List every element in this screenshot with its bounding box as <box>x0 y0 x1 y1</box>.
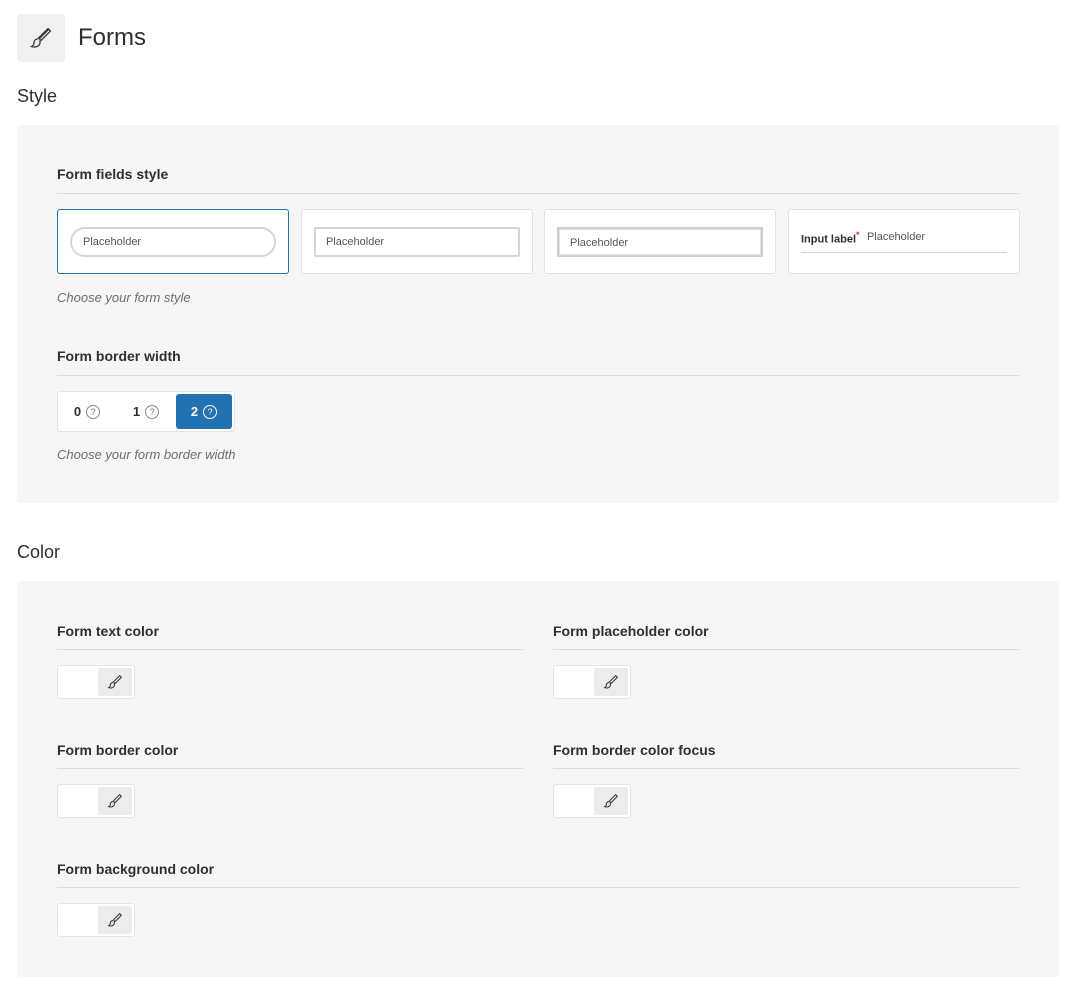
input-label-preview: Input label* <box>801 230 860 246</box>
help-icon[interactable]: ? <box>86 404 101 419</box>
color-picker-button[interactable] <box>98 906 132 934</box>
brush-icon <box>107 674 123 689</box>
border-width-option-0[interactable]: 0 ? <box>60 394 114 429</box>
border-width-option-2[interactable]: 2 ? <box>176 394 232 429</box>
form-placeholder-color-label: Form placeholder color <box>553 623 709 639</box>
form-placeholder-color-swatch[interactable] <box>553 665 631 699</box>
divider <box>57 768 523 769</box>
help-icon[interactable]: ? <box>145 404 160 419</box>
border-width-segmented-control: 0 ? 1 ? 2 ? <box>57 391 235 432</box>
divider <box>57 193 1019 194</box>
form-border-width-label: Form border width <box>57 348 181 364</box>
style-panel: Form fields style Placeholder Placeholde… <box>17 125 1059 503</box>
form-border-color-swatch[interactable] <box>57 784 135 818</box>
divider <box>57 375 1019 376</box>
color-picker-button[interactable] <box>594 787 628 815</box>
color-panel: Form text color Form placeholder color F… <box>17 581 1059 977</box>
brush-icon <box>603 674 619 689</box>
square-input-preview: Placeholder <box>314 227 520 257</box>
help-icon[interactable]: ? <box>203 404 218 419</box>
form-text-color-swatch[interactable] <box>57 665 135 699</box>
form-background-color-label: Form background color <box>57 861 215 877</box>
form-style-help: Choose your form style <box>57 290 191 305</box>
form-background-color-swatch[interactable] <box>57 903 135 937</box>
placeholder-text: Placeholder <box>83 236 142 248</box>
divider <box>57 649 523 650</box>
style-option-square[interactable]: Placeholder <box>301 209 533 274</box>
thick-input-preview: Placeholder <box>557 227 763 257</box>
color-picker-button[interactable] <box>594 668 628 696</box>
divider <box>57 887 1019 888</box>
form-border-color-focus-label: Form border color focus <box>553 742 716 758</box>
placeholder-text: Placeholder <box>867 231 926 243</box>
style-option-underline-label[interactable]: Input label* Placeholder <box>788 209 1020 274</box>
color-section-title: Color <box>17 542 61 562</box>
color-picker-button[interactable] <box>98 668 132 696</box>
placeholder-text: Placeholder <box>326 236 385 248</box>
border-width-option-1[interactable]: 1 ? <box>118 394 174 429</box>
underline-preview <box>801 252 1007 253</box>
form-border-width-help: Choose your form border width <box>57 447 236 462</box>
brush-icon <box>107 793 123 808</box>
form-fields-style-label: Form fields style <box>57 166 169 182</box>
page-title: Forms <box>78 24 146 51</box>
style-section-title: Style <box>17 86 58 106</box>
color-picker-button[interactable] <box>98 787 132 815</box>
style-option-rounded[interactable]: Placeholder <box>57 209 289 274</box>
brush-icon <box>603 793 619 808</box>
divider <box>553 768 1019 769</box>
form-text-color-label: Form text color <box>57 623 159 639</box>
style-option-thick-border[interactable]: Placeholder <box>544 209 776 274</box>
required-mark: * <box>856 230 860 240</box>
rounded-input-preview: Placeholder <box>70 227 276 257</box>
page-header: Forms <box>17 14 146 62</box>
placeholder-text: Placeholder <box>570 237 629 249</box>
divider <box>553 649 1019 650</box>
brush-icon <box>107 912 123 927</box>
brush-icon <box>17 14 65 62</box>
form-border-color-focus-swatch[interactable] <box>553 784 631 818</box>
form-border-color-label: Form border color <box>57 742 179 758</box>
